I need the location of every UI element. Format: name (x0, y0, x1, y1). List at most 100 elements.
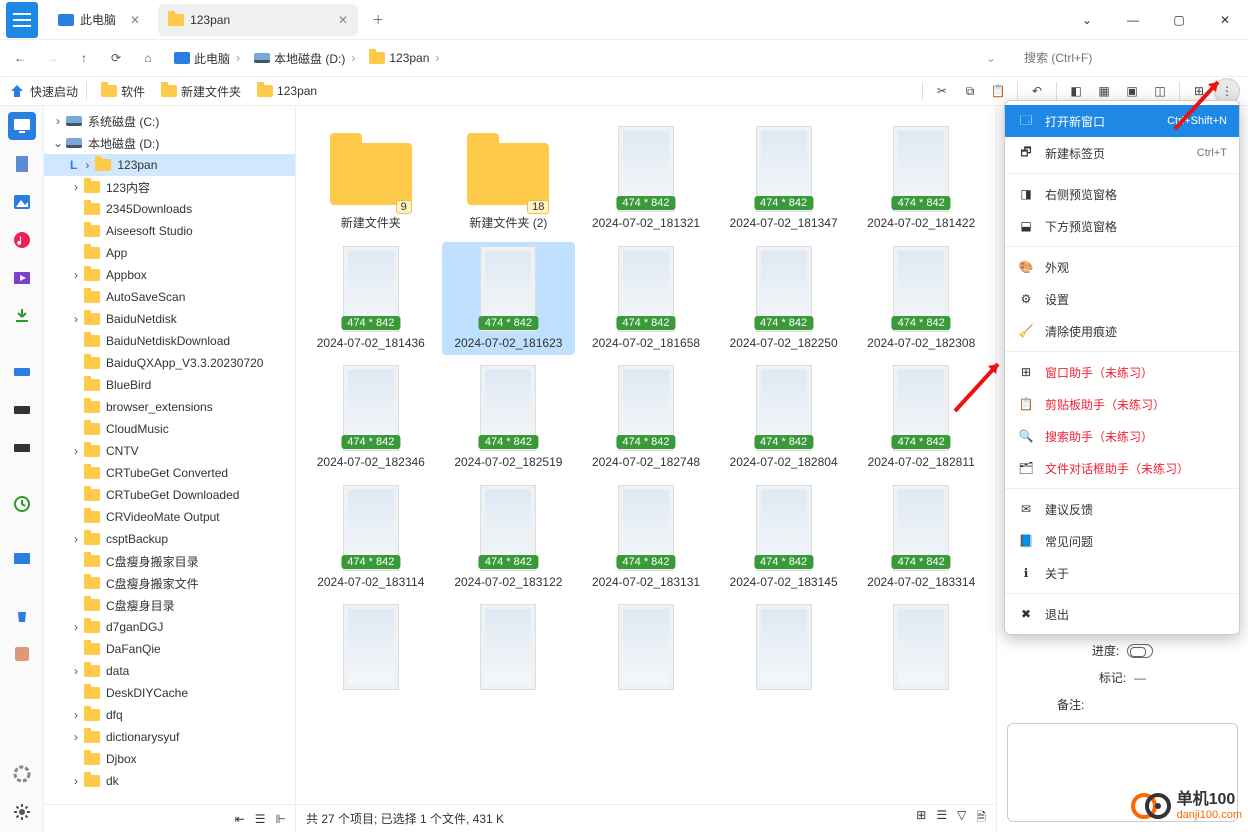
file-item[interactable]: 474 * 8422024-07-02_182748 (579, 361, 713, 475)
window-close-button[interactable]: ✕ (1202, 0, 1248, 40)
menu-item[interactable]: ◨右侧预览窗格 (1005, 178, 1239, 210)
file-item[interactable]: 474 * 8422024-07-02_181347 (717, 122, 851, 236)
nav-refresh-button[interactable]: ⟳ (102, 44, 130, 72)
tree-expand-icon[interactable]: ⊩ (276, 812, 286, 826)
close-icon[interactable]: ✕ (130, 13, 140, 27)
folder-item[interactable]: 9新建文件夹 (304, 122, 438, 236)
file-item[interactable]: 474 * 8422024-07-02_182811 (854, 361, 988, 475)
activity-music-icon[interactable] (8, 226, 36, 254)
tree-node[interactable]: browser_extensions (44, 396, 295, 418)
activity-desktop-icon[interactable] (8, 112, 36, 140)
more-menu[interactable]: 🗔打开新窗口Ctrl+Shift+N🗗新建标签页Ctrl+T ◨右侧预览窗格⬓下方… (1004, 100, 1240, 635)
file-item[interactable]: 474 * 8422024-07-02_181321 (579, 122, 713, 236)
file-item[interactable]: 474 * 8422024-07-02_183131 (579, 481, 713, 595)
tab-this-pc[interactable]: 此电脑 ✕ (48, 4, 150, 36)
menu-item[interactable]: 📘常见问题 (1005, 525, 1239, 557)
tree-node[interactable]: ›123内容 (44, 176, 295, 198)
menu-burger-button[interactable] (6, 2, 38, 38)
activity-monitor-icon[interactable] (8, 546, 36, 574)
activity-recycle-icon[interactable] (8, 602, 36, 630)
tree-node[interactable]: AutoSaveScan (44, 286, 295, 308)
file-item[interactable]: 474 * 8422024-07-02_183122 (442, 481, 576, 595)
tab-123pan[interactable]: 123pan ✕ (158, 4, 358, 36)
file-item[interactable]: 474 * 8422024-07-02_182346 (304, 361, 438, 475)
tree-node[interactable]: App (44, 242, 295, 264)
window-minimize-button[interactable]: — (1110, 0, 1156, 40)
menu-item[interactable]: 🗔打开新窗口Ctrl+Shift+N (1005, 105, 1239, 137)
menu-item[interactable]: ⊞窗口助手（未练习） (1005, 356, 1239, 388)
file-item[interactable]: 474 * 8422024-07-02_181436 (304, 242, 438, 356)
file-item[interactable]: 474 * 8422024-07-02_182804 (717, 361, 851, 475)
file-item[interactable]: 474 * 8422024-07-02_181422 (854, 122, 988, 236)
file-item[interactable] (579, 600, 713, 698)
tree-node[interactable]: ›BaiduNetdisk (44, 308, 295, 330)
tree-collapse-icon[interactable]: ⇤ (235, 812, 245, 826)
window-maximize-button[interactable]: ▢ (1156, 0, 1202, 40)
tree-node[interactable]: BaiduQXApp_V3.3.20230720 (44, 352, 295, 374)
tree-node[interactable]: Djbox (44, 748, 295, 770)
menu-item[interactable]: 🗗新建标签页Ctrl+T (1005, 137, 1239, 169)
nav-forward-button[interactable]: → (38, 44, 66, 72)
file-item[interactable]: 474 * 8422024-07-02_181623 (442, 242, 576, 356)
cut-button[interactable]: ✂ (929, 78, 955, 104)
activity-picture-icon[interactable] (8, 188, 36, 216)
tree-node[interactable]: 2345Downloads (44, 198, 295, 220)
tree-list-icon[interactable]: ☰ (255, 812, 266, 826)
file-item[interactable]: 474 * 8422024-07-02_182519 (442, 361, 576, 475)
activity-download-icon[interactable] (8, 302, 36, 330)
file-item[interactable]: 474 * 8422024-07-02_181658 (579, 242, 713, 356)
menu-item[interactable]: ✉建议反馈 (1005, 493, 1239, 525)
file-item[interactable]: 474 * 8422024-07-02_182250 (717, 242, 851, 356)
tree-node[interactable]: DaFanQie (44, 638, 295, 660)
nav-home-button[interactable]: ⌂ (134, 44, 162, 72)
tree-node[interactable]: ›dictionarysyuf (44, 726, 295, 748)
file-item[interactable] (442, 600, 576, 698)
menu-item[interactable]: 🔍搜索助手（未练习） (1005, 420, 1239, 452)
tree-node[interactable]: ›dk (44, 770, 295, 792)
filter-icon[interactable]: ▽ (957, 808, 966, 829)
file-item[interactable]: 474 * 8422024-07-02_182308 (854, 242, 988, 356)
view-list-icon[interactable]: ☰ (936, 808, 947, 829)
tree-node[interactable]: C盘瘦身目录 (44, 594, 295, 616)
close-icon[interactable]: ✕ (338, 13, 348, 27)
file-item[interactable]: 474 * 8422024-07-02_183314 (854, 481, 988, 595)
activity-video-icon[interactable] (8, 264, 36, 292)
quicklink-123pan[interactable]: 123pan (251, 79, 323, 103)
progress-pill-icon[interactable] (1127, 644, 1153, 658)
tree-node[interactable]: L›123pan (44, 154, 295, 176)
activity-document-icon[interactable] (8, 150, 36, 178)
tree-node[interactable]: ›dfq (44, 704, 295, 726)
folder-tree[interactable]: ›系统磁盘 (C:)⌄本地磁盘 (D:)L›123pan›123内容2345Do… (44, 106, 296, 832)
search-input[interactable] (1016, 45, 1236, 71)
file-item[interactable] (854, 600, 988, 698)
activity-drive-e-icon[interactable] (8, 434, 36, 462)
file-item[interactable] (717, 600, 851, 698)
file-item[interactable] (304, 600, 438, 698)
tree-node[interactable]: C盘瘦身搬家目录 (44, 550, 295, 572)
file-item[interactable]: 474 * 8422024-07-02_183114 (304, 481, 438, 595)
crumb-this-pc[interactable]: 此电脑› (170, 48, 246, 69)
activity-drive-c-icon[interactable] (8, 358, 36, 386)
tree-node[interactable]: CRTubeGet Downloaded (44, 484, 295, 506)
tree-node[interactable]: CRVideoMate Output (44, 506, 295, 528)
menu-item[interactable]: ⬓下方预览窗格 (1005, 210, 1239, 242)
tree-node[interactable]: DeskDIYCache (44, 682, 295, 704)
activity-history-icon[interactable] (8, 490, 36, 518)
tree-node[interactable]: BlueBird (44, 374, 295, 396)
tree-node[interactable]: CloudMusic (44, 418, 295, 440)
menu-item[interactable]: ✖退出 (1005, 598, 1239, 630)
tree-node[interactable]: ›Appbox (44, 264, 295, 286)
menu-item[interactable]: 🎨外观 (1005, 251, 1239, 283)
menu-item[interactable]: 🗂文件对话框助手（未练习） (1005, 452, 1239, 484)
details-icon[interactable]: 🗎 (976, 808, 986, 829)
menu-item[interactable]: ℹ关于 (1005, 557, 1239, 589)
activity-color-icon[interactable] (8, 760, 36, 788)
tree-node[interactable]: ›系统磁盘 (C:) (44, 110, 295, 132)
crumb-123pan[interactable]: 123pan› (365, 49, 445, 67)
file-view[interactable]: 9新建文件夹18新建文件夹 (2)474 * 8422024-07-02_181… (296, 106, 996, 804)
tree-node[interactable]: ›csptBackup (44, 528, 295, 550)
tree-node[interactable]: ⌄本地磁盘 (D:) (44, 132, 295, 154)
tree-node[interactable]: Aiseesoft Studio (44, 220, 295, 242)
tree-node[interactable]: ›d7ganDGJ (44, 616, 295, 638)
menu-item[interactable]: 🧹清除使用痕迹 (1005, 315, 1239, 347)
